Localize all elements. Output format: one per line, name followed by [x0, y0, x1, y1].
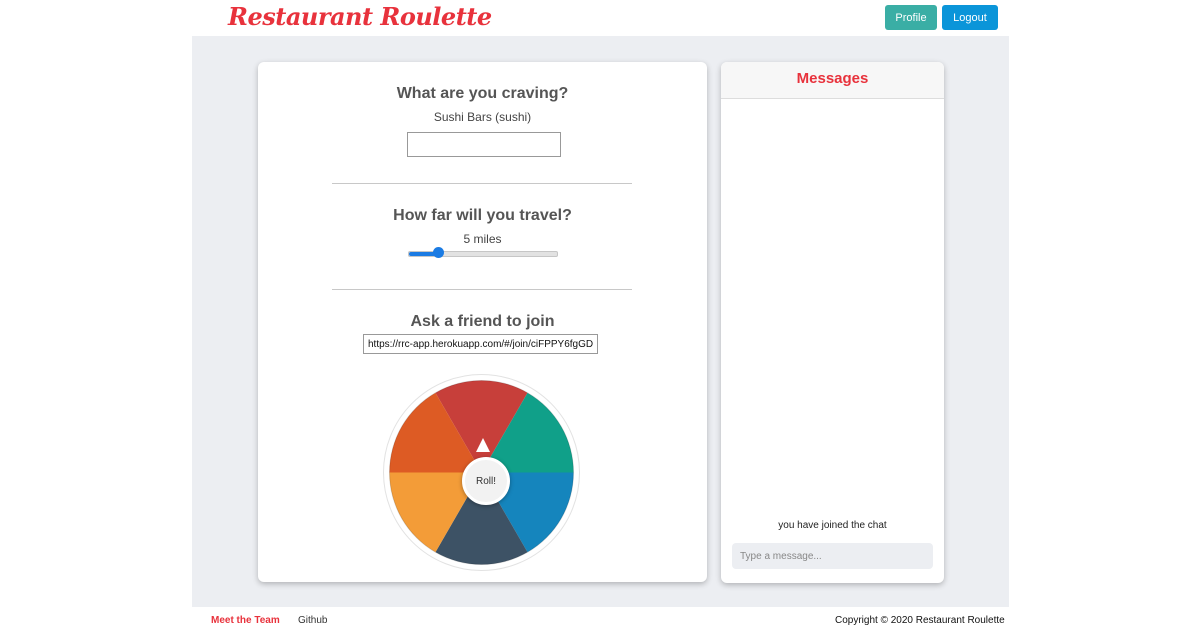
- messages-title: Messages: [721, 62, 944, 99]
- copyright-text: Copyright © 2020 Restaurant Roulette: [835, 615, 1005, 626]
- invite-link-field[interactable]: https://rrc-app.herokuapp.com/#/join/ciF…: [363, 334, 598, 354]
- distance-label: 5 miles: [463, 232, 502, 246]
- section-divider: [332, 183, 632, 184]
- message-input[interactable]: [732, 543, 933, 569]
- messages-panel: Messages you have joined the chat: [721, 62, 944, 583]
- craving-selection: Sushi Bars (sushi): [433, 110, 532, 124]
- github-link[interactable]: Github: [298, 615, 327, 626]
- chat-status-message: you have joined the chat: [778, 520, 887, 531]
- profile-button[interactable]: Profile: [885, 5, 937, 30]
- roulette-panel: What are you craving? Sushi Bars (sushi)…: [258, 62, 707, 582]
- meet-the-team-link[interactable]: Meet the Team: [211, 615, 280, 626]
- craving-title: What are you craving?: [396, 85, 569, 102]
- roll-button[interactable]: Roll!: [462, 457, 510, 505]
- invite-title: Ask a friend to join: [410, 313, 555, 330]
- craving-input[interactable]: [407, 132, 561, 157]
- wheel-pointer: [476, 438, 490, 452]
- distance-slider-thumb[interactable]: [432, 247, 444, 258]
- travel-title: How far will you travel?: [393, 207, 572, 224]
- app-footer: Meet the Team Github Copyright © 2020 Re…: [0, 607, 1200, 630]
- app-header: Restaurant Roulette Profile Logout: [0, 0, 1200, 36]
- section-divider: [332, 289, 632, 290]
- distance-slider-track[interactable]: [408, 251, 558, 257]
- logout-button[interactable]: Logout: [942, 5, 998, 30]
- app-logo[interactable]: Restaurant Roulette: [228, 2, 492, 31]
